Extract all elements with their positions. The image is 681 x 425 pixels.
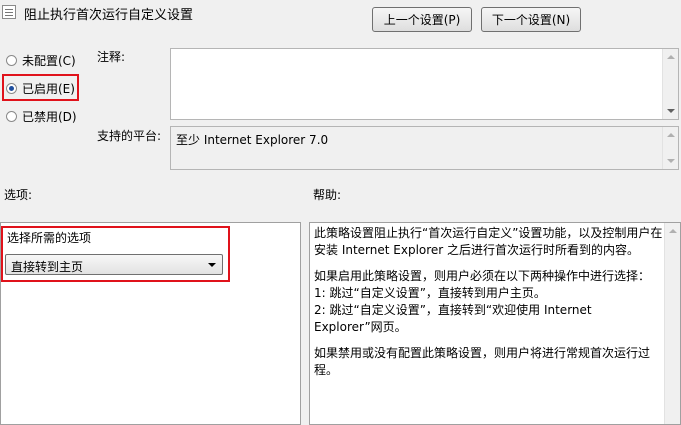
comment-scrollbar[interactable] [662,49,678,119]
radio-enabled-label: 已启用(E) [22,82,75,96]
next-setting-button[interactable]: 下一个设置(N) [481,7,581,32]
previous-setting-button[interactable]: 上一个设置(P) [372,7,472,32]
scroll-up-icon[interactable] [669,229,677,233]
radio-disabled-circle[interactable] [6,111,17,122]
help-scrollbar[interactable] [664,223,680,424]
option-dropdown-value: 直接转到主页 [11,260,84,274]
help-label: 帮助: [313,188,342,202]
help-paragraph-3: 如果禁用或没有配置此策略设置，则用户将进行常规首次运行过程。 [314,346,651,377]
scroll-down-icon[interactable] [667,109,675,113]
policy-title: 阻止执行首次运行自定义设置 [24,8,194,23]
radio-not-configured-label: 未配置(C) [22,54,76,68]
chevron-down-icon[interactable] [208,263,216,267]
scroll-up-icon[interactable] [667,55,675,59]
options-label: 选项: [4,188,33,202]
platform-field: 至少 Internet Explorer 7.0 [170,126,679,170]
help-paragraph-2: 如果启用此策略设置，则用户必须在以下两种操作中进行选择： 1: 跳过“自定义设置… [314,269,651,334]
radio-disabled[interactable]: 已禁用(D) [6,108,77,125]
radio-not-configured[interactable]: 未配置(C) [6,52,76,69]
scroll-up-icon[interactable] [667,133,675,137]
option-dropdown[interactable]: 直接转到主页 [5,254,223,275]
comment-field[interactable] [170,48,679,120]
platform-scrollbar[interactable] [662,127,678,169]
policy-icon [2,5,16,19]
scroll-down-icon[interactable] [667,159,675,163]
help-panel: 此策略设置阻止执行“首次运行自定义”设置功能，以及控制用户在安装 Interne… [309,222,681,425]
radio-enabled[interactable]: 已启用(E) [6,80,75,97]
radio-enabled-circle[interactable] [6,83,17,94]
radio-disabled-label: 已禁用(D) [22,110,77,124]
platform-value: 至少 Internet Explorer 7.0 [176,133,329,147]
help-paragraph-1: 此策略设置阻止执行“首次运行自定义”设置功能，以及控制用户在安装 Interne… [314,226,663,257]
radio-not-configured-circle[interactable] [6,55,17,66]
platform-label: 支持的平台: [97,129,162,143]
option-select-label: 选择所需的选项 [7,231,92,245]
comment-label: 注释: [97,50,126,64]
